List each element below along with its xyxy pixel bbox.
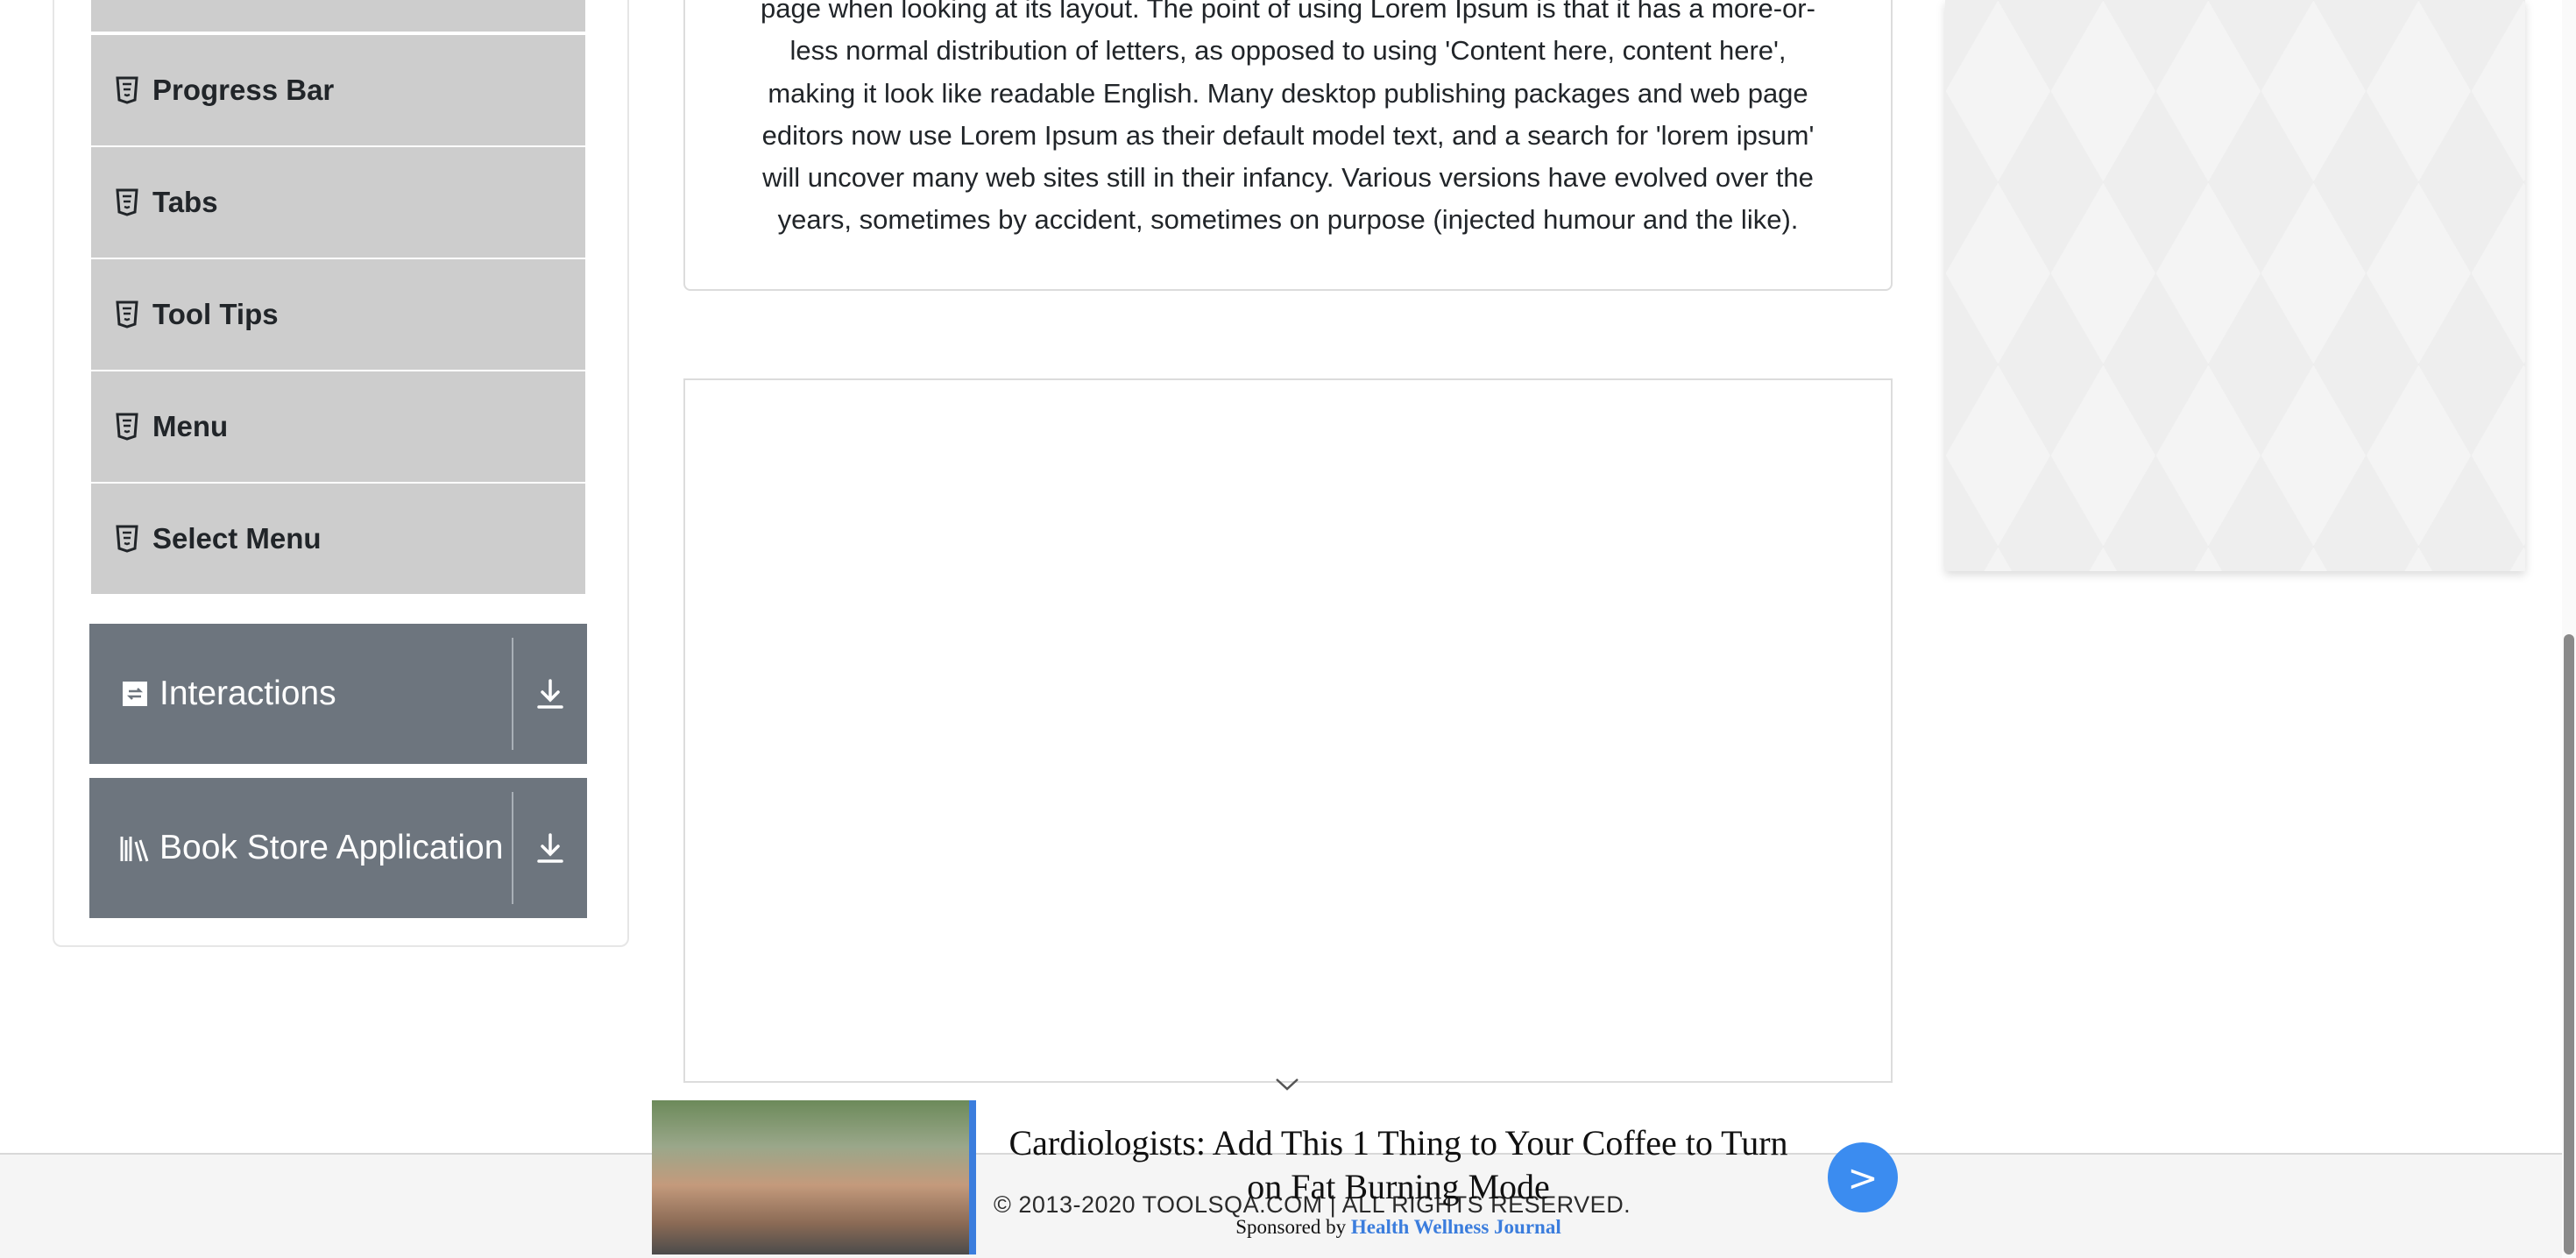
divider — [512, 638, 513, 750]
paragraph-line: will uncover many web sites still in the… — [762, 162, 1814, 194]
group-label: Interactions — [159, 675, 336, 712]
lorem-paragraph: page when looking at its layout. The poi… — [710, 0, 1866, 242]
sidebar-item-label: Tool Tips — [152, 298, 279, 330]
bottom-ad-banner[interactable]: Cardiologists: Add This 1 Thing to Your … — [652, 1100, 1905, 1258]
paragraph-line: page when looking at its layout. The poi… — [761, 0, 1815, 24]
divider — [512, 792, 513, 904]
paragraph-line: years, sometimes by accident, sometimes … — [777, 204, 1799, 236]
html5-icon — [116, 188, 138, 216]
sidebar-item-label: Progress Bar — [152, 74, 335, 106]
group-label: Book Store Application — [159, 829, 504, 866]
books-icon — [119, 832, 151, 864]
html5-icon — [116, 76, 138, 104]
sidebar-item-tabs[interactable]: Tabs — [91, 147, 585, 258]
sponsor-prefix: Sponsored by — [1235, 1216, 1347, 1238]
interactions-icon — [119, 678, 151, 710]
chevron-down-icon[interactable] — [1274, 1076, 1300, 1093]
paragraph-line: editors now use Lorem Ipsum as their def… — [761, 119, 1815, 151]
ad-next-button[interactable]: > — [1828, 1142, 1898, 1212]
sidebar-item-label: Menu — [152, 410, 229, 442]
group-header-interactions[interactable]: Interactions — [89, 624, 587, 764]
empty-content-card — [683, 378, 1893, 1083]
sidebar-item-label: Select Menu — [152, 522, 322, 555]
html5-icon — [116, 300, 138, 329]
group-header-book-store[interactable]: Book Store Application — [89, 778, 587, 918]
ad-photo[interactable] — [652, 1100, 976, 1254]
sidebar-item-tool-tips[interactable]: Tool Tips — [91, 259, 585, 370]
paragraph-line: less normal distribution of letters, as … — [789, 35, 1787, 67]
scrollbar-thumb[interactable] — [2564, 634, 2574, 1254]
ad-sponsor: Sponsored by Health Wellness Journal — [997, 1216, 1800, 1239]
sidebar-item-top-partial[interactable] — [91, 0, 585, 32]
download-icon[interactable] — [529, 827, 571, 869]
download-icon[interactable] — [529, 673, 571, 715]
sidebar-item-select-menu[interactable]: Select Menu — [91, 484, 585, 594]
sidebar-item-label: Tabs — [152, 186, 218, 218]
html5-icon — [116, 525, 138, 553]
ad-next-label: > — [1847, 1156, 1879, 1199]
sidebar-item-menu[interactable]: Menu — [91, 371, 585, 482]
paragraph-line: making it look like readable English. Ma… — [768, 77, 1808, 109]
sidebar-item-progress-bar[interactable]: Progress Bar — [91, 35, 585, 145]
side-advertisement[interactable] — [1945, 0, 2525, 571]
ad-headline[interactable]: Cardiologists: Add This 1 Thing to Your … — [997, 1121, 1800, 1209]
html5-icon — [116, 413, 138, 441]
sponsor-name[interactable]: Health Wellness Journal — [1351, 1216, 1561, 1238]
